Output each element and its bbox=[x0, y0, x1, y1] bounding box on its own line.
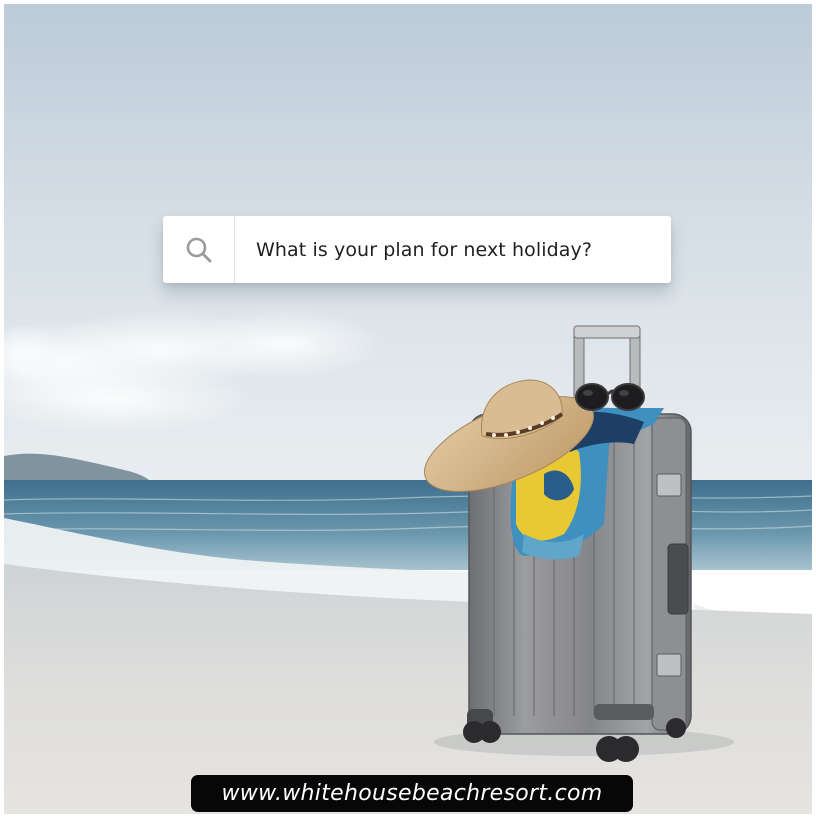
search-icon bbox=[163, 216, 235, 283]
website-banner: www.whitehousebeachresort.com bbox=[191, 775, 633, 812]
beach-photo: What is your plan for next holiday? www.… bbox=[4, 4, 812, 814]
search-bar: What is your plan for next holiday? bbox=[163, 216, 671, 283]
search-query-text: What is your plan for next holiday? bbox=[256, 238, 593, 261]
website-url: www.whitehousebeachresort.com bbox=[221, 781, 603, 806]
beach-scene bbox=[4, 4, 812, 814]
